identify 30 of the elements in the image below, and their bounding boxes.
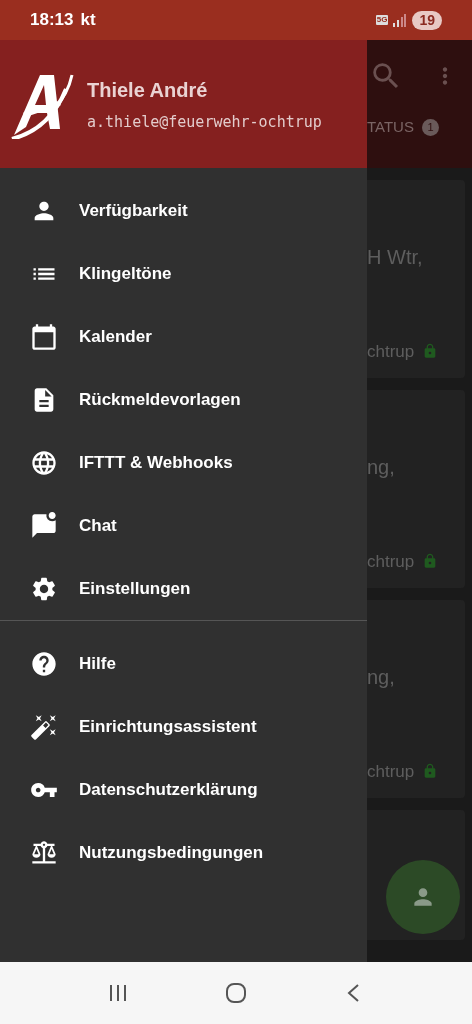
home-icon[interactable]: [225, 982, 247, 1004]
magic-wand-icon: [30, 712, 58, 741]
menu-item[interactable]: Hilfe: [0, 632, 367, 695]
calendar-icon: [30, 322, 58, 351]
globe-icon: [30, 448, 58, 477]
menu-item[interactable]: Verfügbarkeit: [0, 179, 367, 242]
menu-item[interactable]: Einrichtungsassistent: [0, 695, 367, 758]
menu-item[interactable]: Chat: [0, 494, 367, 557]
card: ng, chtrup: [367, 600, 465, 798]
menu-item[interactable]: Kalender: [0, 305, 367, 368]
menu-item[interactable]: Nutzungsbedingungen: [0, 821, 367, 884]
tab-count-badge: 1: [421, 118, 439, 136]
recent-apps-icon[interactable]: [108, 983, 129, 1003]
network-badge: 5G: [375, 15, 389, 25]
card: H Wtr, chtrup: [367, 180, 465, 378]
help-icon: [30, 649, 58, 678]
menu-item[interactable]: Einstellungen: [0, 557, 367, 620]
battery-badge: 19: [412, 10, 442, 30]
menu-item[interactable]: IFTTT & Webhooks: [0, 431, 367, 494]
scales-icon: [30, 838, 58, 867]
clock-text: 18:13: [30, 9, 74, 32]
menu-item[interactable]: Datenschutzerklärung: [0, 758, 367, 821]
menu-item[interactable]: Klingeltöne: [0, 242, 367, 305]
card: ng, chtrup: [367, 390, 465, 588]
user-name: Thiele André: [87, 77, 209, 103]
user-email: a.thiele@feuerwehr-ochtrup: [87, 111, 322, 133]
menu-item[interactable]: Rückmeldevorlagen: [0, 368, 367, 431]
carrier-text: kt: [80, 9, 96, 32]
chat-icon: [30, 511, 58, 540]
signal-icon: [392, 13, 407, 27]
